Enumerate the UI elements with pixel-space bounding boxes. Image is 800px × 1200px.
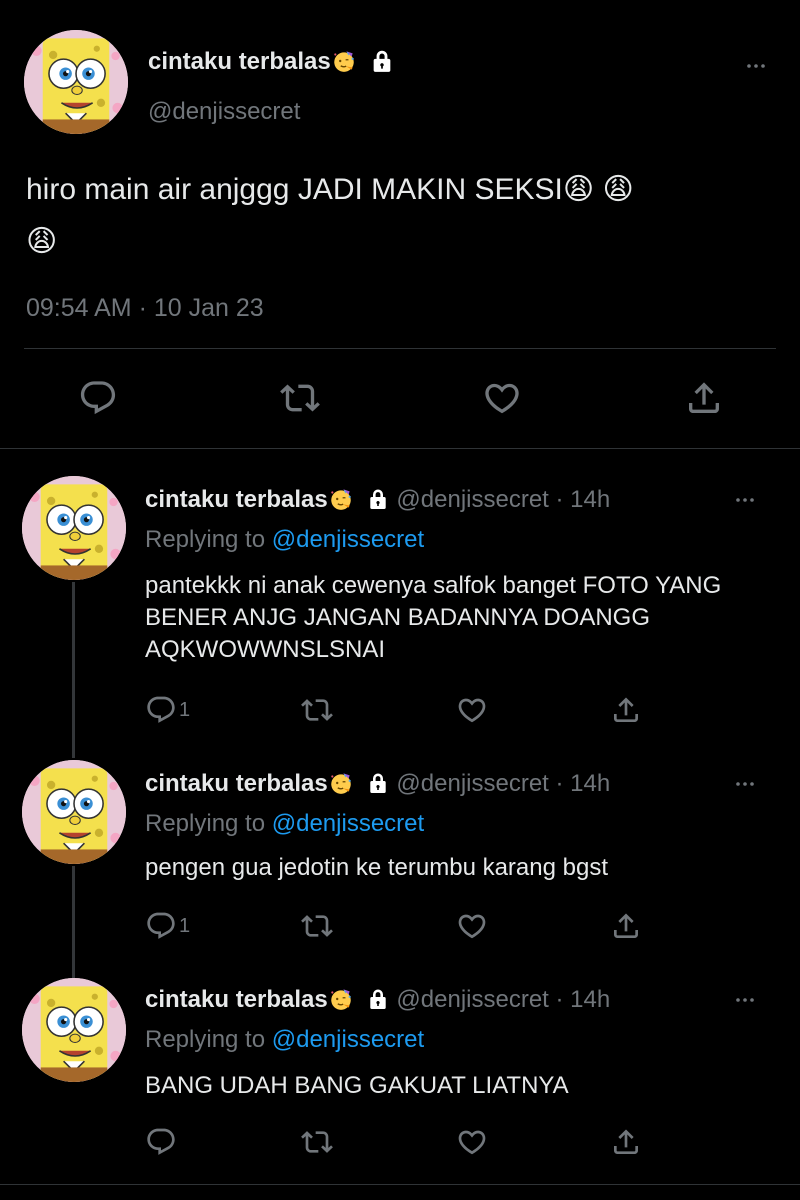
- reply-like-button[interactable]: [456, 1126, 488, 1158]
- reply-avatar[interactable]: [22, 978, 126, 1082]
- reply-icon: [78, 378, 118, 418]
- replying-to-handle-link[interactable]: @denjissecret: [272, 1026, 424, 1053]
- main-tweet-handle: @denjissecret: [148, 98, 301, 125]
- replying-to-label: Replying to: [145, 810, 266, 837]
- replying-to-handle-link[interactable]: @denjissecret: [272, 526, 424, 553]
- like-icon: [482, 378, 522, 418]
- reply-text: BANG UDAH BANG GAKUAT LIATNYA: [145, 1072, 569, 1099]
- replying-to-line: Replying to @denjissecret: [145, 526, 424, 554]
- main-tweet-more-icon[interactable]: [740, 54, 772, 83]
- reply-header: cintaku terbalas @denjissecret · 14h: [145, 770, 610, 798]
- spongebob-avatar-image: [22, 760, 126, 864]
- lock-icon: [366, 987, 390, 1011]
- reply-retweet-button[interactable]: [300, 694, 334, 726]
- replying-to-handle-link[interactable]: @denjissecret: [272, 810, 424, 837]
- lock-icon: [369, 48, 395, 74]
- reply-share-button[interactable]: [610, 1126, 642, 1158]
- main-tweet-text-line-2: 😩: [26, 225, 58, 258]
- main-tweet-text-line-1: hiro main air anjggg JADI MAKIN SEKSI😩 😩: [26, 173, 634, 206]
- reply-handle-time: @denjissecret · 14h: [396, 770, 611, 797]
- reply-reply-button[interactable]: [145, 1126, 179, 1158]
- main-tweet-author-name-row[interactable]: cintaku terbalas: [148, 48, 395, 76]
- reply-handle-time: @denjissecret · 14h: [396, 986, 611, 1013]
- main-like-button[interactable]: [482, 378, 522, 418]
- retweet-icon: [300, 694, 334, 726]
- reply-avatar[interactable]: [22, 760, 126, 864]
- reply-count: 1: [179, 914, 191, 937]
- thread-bottom-divider: [0, 1184, 800, 1185]
- retweet-icon: [280, 378, 320, 418]
- main-tweet-divider: [24, 348, 776, 349]
- retweet-icon: [300, 1126, 334, 1158]
- replying-to-line: Replying to @denjissecret: [145, 1026, 424, 1054]
- replying-to-label: Replying to: [145, 1026, 266, 1053]
- share-icon: [610, 694, 642, 726]
- party-face-emoji-icon: [328, 770, 354, 796]
- reply-reply-button[interactable]: 1: [145, 694, 190, 726]
- like-icon: [456, 694, 488, 726]
- reply-handle-time: @denjissecret · 14h: [396, 486, 611, 513]
- thread-connector-line: [72, 866, 75, 978]
- main-tweet-avatar[interactable]: [24, 30, 128, 134]
- reply-display-name[interactable]: cintaku terbalas: [145, 986, 328, 1013]
- reply-more-icon[interactable]: [730, 988, 760, 1017]
- share-icon: [610, 910, 642, 942]
- reply-reply-button[interactable]: 1: [145, 910, 190, 942]
- reply-text: pengen gua jedotin ke terumbu karang bgs…: [145, 854, 608, 881]
- main-tweet-text: hiro main air anjggg JADI MAKIN SEKSI😩 😩…: [26, 164, 776, 268]
- like-icon: [456, 910, 488, 942]
- share-icon: [610, 1126, 642, 1158]
- reply-share-button[interactable]: [610, 694, 642, 726]
- main-share-button[interactable]: [684, 378, 724, 418]
- reply-share-button[interactable]: [610, 910, 642, 942]
- share-icon: [684, 378, 724, 418]
- spongebob-avatar-image: [24, 30, 128, 134]
- party-face-emoji-icon: [328, 486, 354, 512]
- spongebob-avatar-image: [22, 476, 126, 580]
- reply-icon: [145, 694, 177, 726]
- reply-display-name[interactable]: cintaku terbalas: [145, 486, 328, 513]
- reply-retweet-button[interactable]: [300, 910, 334, 942]
- reply-icon: [145, 1126, 177, 1158]
- main-retweet-button[interactable]: [280, 378, 320, 418]
- party-face-emoji-icon: [331, 48, 357, 74]
- retweet-icon: [300, 910, 334, 942]
- reply-text: pantekkk ni anak cewenya salfok banget F…: [145, 572, 722, 663]
- reply-like-button[interactable]: [456, 910, 488, 942]
- main-tweet-timestamp[interactable]: 09:54 AM · 10 Jan 23: [26, 294, 264, 323]
- thread-top-divider: [0, 448, 800, 449]
- main-reply-button[interactable]: [78, 378, 118, 418]
- reply-retweet-button[interactable]: [300, 1126, 334, 1158]
- reply-display-name[interactable]: cintaku terbalas: [145, 770, 328, 797]
- lock-icon: [366, 487, 390, 511]
- like-icon: [456, 1126, 488, 1158]
- reply-more-icon[interactable]: [730, 772, 760, 801]
- spongebob-avatar-image: [22, 978, 126, 1082]
- reply-icon: [145, 910, 177, 942]
- reply-avatar[interactable]: [22, 476, 126, 580]
- replying-to-label: Replying to: [145, 526, 266, 553]
- replying-to-line: Replying to @denjissecret: [145, 810, 424, 838]
- main-tweet-display-name: cintaku terbalas: [148, 48, 331, 75]
- reply-header: cintaku terbalas @denjissecret · 14h: [145, 486, 610, 514]
- lock-icon: [366, 771, 390, 795]
- thread-connector-line: [72, 582, 75, 758]
- reply-header: cintaku terbalas @denjissecret · 14h: [145, 986, 610, 1014]
- reply-like-button[interactable]: [456, 694, 488, 726]
- party-face-emoji-icon: [328, 986, 354, 1012]
- reply-count: 1: [179, 698, 191, 721]
- reply-more-icon[interactable]: [730, 488, 760, 517]
